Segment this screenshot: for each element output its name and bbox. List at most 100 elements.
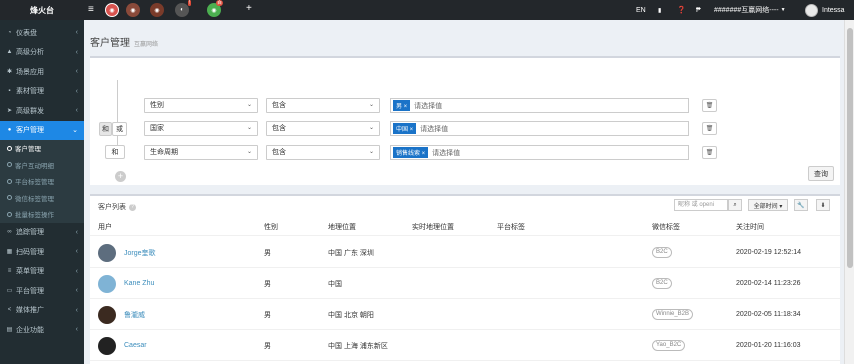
- table-header: 用户 性别 地理位置 实时地理位置 平台标签 微信标签 关注时间: [90, 220, 840, 236]
- customer-name-link[interactable]: Jorge奎歌: [124, 248, 156, 258]
- submenu-item-wechat-tags[interactable]: 微信标签管理: [0, 190, 84, 207]
- account-avatar-3[interactable]: ◉: [150, 3, 164, 17]
- plus-icon: +: [117, 171, 124, 181]
- placeholder-text: 请选择值: [414, 102, 443, 110]
- operator-select[interactable]: 包含 ⌄: [266, 121, 380, 136]
- user-name: Intessa: [822, 6, 845, 14]
- page-scrollbar[interactable]: [844, 20, 854, 364]
- book-icon[interactable]: ▮: [658, 0, 661, 20]
- link-icon: ∞: [7, 229, 12, 236]
- caret-down-icon: ⌄: [368, 102, 374, 108]
- trash-icon: 🗑: [705, 126, 714, 132]
- account-avatar-2[interactable]: ◉: [126, 3, 140, 17]
- value-tag-input[interactable]: 中国 × 请选择值: [390, 121, 689, 136]
- sidebar-item-materials[interactable]: ▪ 素材管理 ‹: [0, 82, 84, 102]
- column-header: 性别: [264, 224, 278, 231]
- logic-bracket-top: [117, 80, 125, 122]
- avatar: [98, 274, 116, 293]
- table-row[interactable]: Kane Zhu 男 中国 B2C 2020-02-14 11:23:26: [90, 268, 840, 299]
- logic-and-button-2[interactable]: 和: [105, 145, 125, 159]
- submenu-label: 微信标签管理: [15, 195, 54, 203]
- field-select[interactable]: 生命周期 ⌄: [144, 145, 258, 160]
- field-select[interactable]: 国家 ⌄: [144, 121, 258, 136]
- top-navbar: 烽火台 ≡ ◉ ◉ ◉ ◐! ◉ 百 + EN ▮ ❓ ₱ #######互赢网络…: [0, 0, 854, 20]
- delete-row-button[interactable]: 🗑: [702, 99, 717, 112]
- list-title: 客户列表?: [98, 202, 136, 212]
- caret-down-icon: ⌄: [246, 125, 252, 131]
- tag-chip[interactable]: 男 ×: [393, 100, 411, 111]
- logic-or-button[interactable]: 或: [112, 122, 127, 136]
- sidebar-item-label: 仪表盘: [16, 29, 37, 37]
- caret-down-icon: ⌄: [246, 149, 252, 155]
- delete-row-button[interactable]: 🗑: [702, 146, 717, 159]
- column-header: 微信标签: [652, 224, 680, 231]
- account-avatar-4[interactable]: ◐!: [175, 0, 191, 17]
- sidebar-item-scenes[interactable]: ✱ 场景应用 ‹: [0, 62, 84, 82]
- sidebar-item-media[interactable]: < 媒体推广 ‹: [0, 301, 84, 321]
- circle-icon: [7, 162, 12, 168]
- logic-and-button[interactable]: 和: [99, 122, 112, 136]
- value-tag-input[interactable]: 销售线索 × 请选择值: [390, 145, 689, 160]
- search-button[interactable]: ⌕: [728, 199, 742, 211]
- chevron-left-icon: ‹: [75, 48, 78, 56]
- user-menu[interactable]: Intessa: [805, 0, 845, 20]
- customer-name-link[interactable]: Caesar: [124, 342, 147, 349]
- operator-select[interactable]: 包含 ⌄: [266, 145, 380, 160]
- follow-time-cell: 2020-02-14 11:23:26: [736, 280, 801, 287]
- settings-button[interactable]: 🔧: [794, 199, 808, 211]
- download-button[interactable]: ⬇: [816, 199, 830, 211]
- caret-down-icon: ⌄: [368, 125, 374, 131]
- chevron-left-icon: ‹: [75, 326, 78, 334]
- time-filter-dropdown[interactable]: 全部时间 ▾: [748, 199, 788, 211]
- select-value: 包含: [272, 149, 286, 156]
- submenu-item-interactions[interactable]: 客户互动明细: [0, 157, 84, 174]
- column-header: 实时地理位置: [412, 224, 454, 231]
- submenu-item-customers[interactable]: 客户管理: [0, 140, 84, 157]
- account-dropdown[interactable]: #######互赢网络---- ▼: [714, 0, 786, 20]
- account-avatar-1[interactable]: ◉: [105, 3, 119, 17]
- sidebar-item-label: 企业功能: [16, 326, 44, 334]
- sidebar-item-menus[interactable]: ≡ 菜单管理 ‹: [0, 262, 84, 282]
- menu-toggle-icon[interactable]: ≡: [88, 4, 94, 16]
- customer-name-link[interactable]: 鲁瀧威: [124, 310, 145, 320]
- customer-name-link[interactable]: Kane Zhu: [124, 280, 154, 287]
- sidebar-item-dashboard[interactable]: ◔ 仪表盘 ‹: [0, 23, 84, 43]
- sidebar-item-platform[interactable]: ▭ 平台管理 ‹: [0, 281, 84, 301]
- table-row[interactable]: Jorge奎歌 男 中国 广东 深圳 B2C 2020-02-19 12:52:…: [90, 237, 840, 268]
- select-value: 包含: [272, 125, 286, 132]
- sidebar-item-analytics[interactable]: ▲ 高级分析 ‹: [0, 43, 84, 63]
- add-account-icon[interactable]: +: [246, 3, 252, 15]
- query-button[interactable]: 查询: [808, 166, 834, 181]
- notification-badge: 百: [215, 0, 223, 6]
- language-switch[interactable]: EN: [636, 0, 646, 20]
- delete-row-button[interactable]: 🗑: [702, 122, 717, 135]
- tag-chip[interactable]: 销售线索 ×: [393, 147, 429, 158]
- help-icon[interactable]: ❓: [677, 0, 686, 20]
- search-input[interactable]: 昵称 或 openi: [674, 199, 728, 211]
- tag-chip[interactable]: 中国 ×: [393, 123, 417, 134]
- currency-icon[interactable]: ₱: [696, 0, 701, 20]
- sidebar-item-label: 平台管理: [16, 287, 44, 295]
- table-row[interactable]: Caesar 男 中国 上海 浦东新区 Yao_B2C 2020-01-20 1…: [90, 330, 840, 361]
- value-tag-input[interactable]: 男 × 请选择值: [390, 98, 689, 113]
- question-icon[interactable]: ?: [129, 203, 136, 211]
- sidebar-item-broadcast[interactable]: ➤ 高级群发 ‹: [0, 101, 84, 121]
- sidebar-item-qrcode[interactable]: ▦ 扫码管理 ‹: [0, 242, 84, 262]
- sidebar-item-customers[interactable]: ● 客户管理 ⌄: [0, 120, 84, 140]
- submenu-item-batch-tags[interactable]: 批量标签操作: [0, 206, 84, 223]
- scrollbar-thumb[interactable]: [847, 28, 853, 268]
- sidebar-item-enterprise[interactable]: ▤ 企业功能 ‹: [0, 320, 84, 340]
- brand-logo[interactable]: 烽火台: [0, 0, 84, 20]
- chart-icon: ▲: [6, 49, 13, 56]
- field-select[interactable]: 性别 ⌄: [144, 98, 258, 113]
- sidebar-item-label: 媒体推广: [16, 307, 44, 315]
- account-avatar-5[interactable]: ◉ 百: [207, 0, 223, 17]
- cog-icon: ✱: [6, 69, 13, 76]
- chevron-left-icon: ‹: [75, 248, 78, 256]
- operator-select[interactable]: 包含 ⌄: [266, 98, 380, 113]
- send-icon: ➤: [6, 108, 13, 115]
- add-condition-button[interactable]: +: [115, 171, 126, 182]
- sidebar-item-tracking[interactable]: ∞ 追踪管理 ‹: [0, 223, 84, 243]
- table-row[interactable]: 鲁瀧威 男 中国 北京 朝阳 Winnie_B2B 2020-02-05 11:…: [90, 299, 840, 330]
- submenu-item-platform-tags[interactable]: 平台标签管理: [0, 173, 84, 190]
